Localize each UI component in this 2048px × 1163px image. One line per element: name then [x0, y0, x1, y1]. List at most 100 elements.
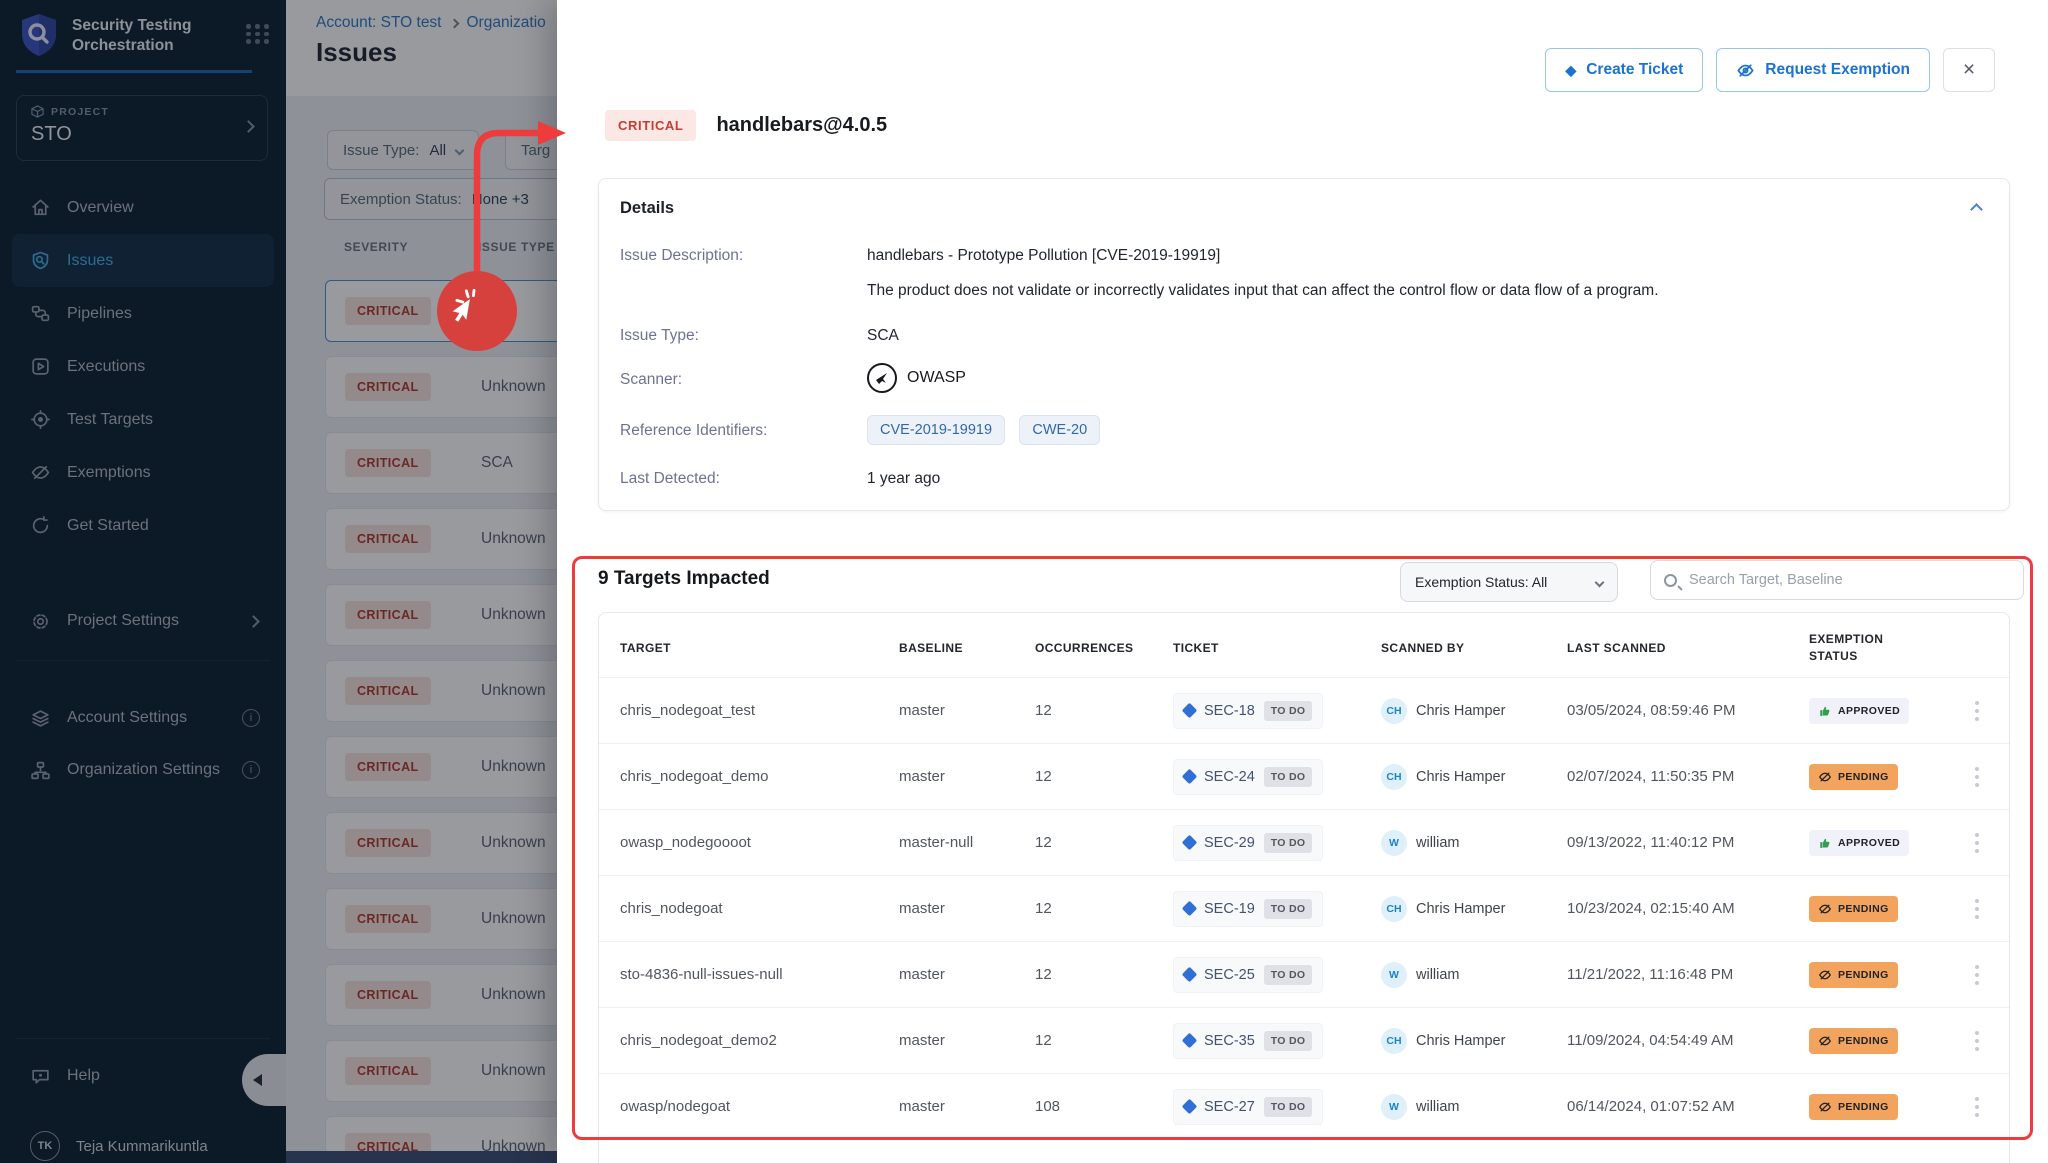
ticket-id: SEC-24	[1204, 769, 1255, 785]
occurrences-cell: 12	[1035, 900, 1173, 917]
ticket-status-badge: TO DO	[1264, 833, 1313, 853]
scanner-label: Scanner:	[620, 371, 682, 389]
exemption-status-text: PENDING	[1838, 771, 1889, 783]
occurrences-cell: 12	[1035, 768, 1173, 785]
modal-dim-overlay[interactable]	[0, 0, 557, 1163]
row-menu-kebab-icon[interactable]	[1975, 965, 1979, 969]
ticket-id: SEC-25	[1204, 967, 1255, 983]
owasp-scanner-icon	[867, 363, 897, 393]
targets-table-body: chris_nodegoat_test master 12 SEC-18 TO …	[599, 677, 2009, 1139]
col-ticket: TICKET	[1173, 641, 1381, 655]
jira-diamond-icon	[1182, 1033, 1198, 1049]
ticket-link[interactable]: SEC-35 TO DO	[1173, 1023, 1323, 1059]
create-ticket-button[interactable]: ◆ Create Ticket	[1545, 48, 1703, 92]
baseline-cell: master	[899, 768, 1035, 785]
table-row[interactable]: chris_nodegoat master 12 SEC-19 TO DO CH…	[599, 875, 2009, 941]
issue-details-drawer: ◆ Create Ticket Request Exemption × CRIT…	[557, 0, 2048, 1163]
exemption-status-text: PENDING	[1838, 903, 1889, 915]
ticket-id: SEC-18	[1204, 703, 1255, 719]
baseline-cell: master	[899, 966, 1035, 983]
ticket-link[interactable]: SEC-25 TO DO	[1173, 957, 1323, 993]
issue-title: handlebars@4.0.5	[716, 114, 887, 137]
ticket-link[interactable]: SEC-24 TO DO	[1173, 759, 1323, 795]
targets-table-header: TARGET BASELINE OCCURRENCES TICKET SCANN…	[599, 613, 2009, 677]
scanned-by-name: william	[1416, 1099, 1460, 1115]
row-menu-kebab-icon[interactable]	[1975, 1031, 1979, 1035]
occurrences-cell: 12	[1035, 966, 1173, 983]
cwe-chip[interactable]: CWE-20	[1019, 415, 1100, 445]
issue-type-value: SCA	[867, 327, 899, 345]
occurrences-cell: 108	[1035, 1098, 1173, 1115]
details-card: Details Issue Description: handlebars - …	[598, 178, 2010, 511]
table-row[interactable]: sto-4836-null-issues-null master 12 SEC-…	[599, 941, 2009, 1007]
scanner-value: OWASP	[867, 363, 966, 393]
target-search	[1650, 560, 2024, 600]
cve-chip[interactable]: CVE-2019-19919	[867, 415, 1005, 445]
row-menu-kebab-icon[interactable]	[1975, 899, 1979, 903]
exemption-status-text: APPROVED	[1838, 705, 1900, 717]
avatar: CH	[1381, 698, 1407, 724]
table-row[interactable]: owasp_nodegoooot master-null 12 SEC-29 T…	[599, 809, 2009, 875]
scanned-by-name: Chris Hamper	[1416, 703, 1505, 719]
exemption-status-dropdown[interactable]: Exemption Status: All	[1400, 562, 1618, 602]
ticket-id: SEC-19	[1204, 901, 1255, 917]
eye-slash-icon	[1736, 61, 1755, 80]
request-exemption-button[interactable]: Request Exemption	[1716, 48, 1930, 92]
eye-slash-icon	[1818, 1100, 1832, 1114]
exemption-status-badge: PENDING	[1809, 1028, 1898, 1054]
avatar: W	[1381, 1094, 1407, 1120]
last-detected-label: Last Detected:	[620, 470, 720, 488]
scanned-by-name: Chris Hamper	[1416, 901, 1505, 917]
ticket-link[interactable]: SEC-27 TO DO	[1173, 1089, 1323, 1125]
baseline-cell: master	[899, 900, 1035, 917]
table-row[interactable]: owasp/nodegoat master 108 SEC-27 TO DO W…	[599, 1073, 2009, 1139]
table-row[interactable]: chris_nodegoat_demo2 master 12 SEC-35 TO…	[599, 1007, 2009, 1073]
search-icon	[1664, 574, 1677, 587]
target-cell: owasp/nodegoat	[620, 1098, 899, 1115]
scanned-by-cell: CH Chris Hamper	[1381, 896, 1567, 922]
close-button[interactable]: ×	[1943, 48, 1995, 92]
col-occurrences: OCCURRENCES	[1035, 641, 1173, 655]
row-menu-kebab-icon[interactable]	[1975, 701, 1979, 705]
ticket-link[interactable]: SEC-29 TO DO	[1173, 825, 1323, 861]
target-cell: chris_nodegoat	[620, 900, 899, 917]
eye-slash-icon	[1818, 770, 1832, 784]
ticket-status-badge: TO DO	[1264, 965, 1313, 985]
scanned-by-name: Chris Hamper	[1416, 1033, 1505, 1049]
row-menu-kebab-icon[interactable]	[1975, 767, 1979, 771]
ticket-status-badge: TO DO	[1264, 701, 1313, 721]
scanned-by-name: william	[1416, 967, 1460, 983]
col-last-scanned: LAST SCANNED	[1567, 641, 1809, 655]
issue-description-line2: The product does not validate or incorre…	[867, 282, 1659, 300]
ticket-link[interactable]: SEC-18 TO DO	[1173, 693, 1323, 729]
baseline-cell: master-null	[899, 834, 1035, 851]
eye-slash-icon	[1818, 902, 1832, 916]
jira-diamond-icon	[1182, 967, 1198, 983]
eye-slash-icon	[1818, 968, 1832, 982]
avatar: CH	[1381, 896, 1407, 922]
exemption-status-badge: PENDING	[1809, 896, 1898, 922]
avatar: CH	[1381, 764, 1407, 790]
scanned-by-cell: CH Chris Hamper	[1381, 1028, 1567, 1054]
row-menu-kebab-icon[interactable]	[1975, 833, 1979, 837]
search-input[interactable]	[1687, 571, 2010, 589]
table-row[interactable]: chris_nodegoat_test master 12 SEC-18 TO …	[599, 677, 2009, 743]
scanned-by-cell: W william	[1381, 962, 1567, 988]
ticket-diamond-icon: ◆	[1565, 62, 1576, 79]
table-row[interactable]: chris_nodegoat_demo master 12 SEC-24 TO …	[599, 743, 2009, 809]
reference-identifiers-label: Reference Identifiers:	[620, 422, 767, 440]
chevron-down-icon	[1595, 577, 1605, 587]
avatar: W	[1381, 830, 1407, 856]
details-heading: Details	[620, 199, 674, 218]
exemption-status-text: PENDING	[1838, 1035, 1889, 1047]
collapse-chevron-up-icon[interactable]	[1970, 203, 1983, 216]
baseline-cell: master	[899, 1032, 1035, 1049]
jira-diamond-icon	[1182, 769, 1198, 785]
target-cell: owasp_nodegoooot	[620, 834, 899, 851]
ticket-link[interactable]: SEC-19 TO DO	[1173, 891, 1323, 927]
close-icon: ×	[1963, 58, 1975, 82]
exemption-status-text: PENDING	[1838, 969, 1889, 981]
app-window: Security Testing Orchestration PROJECT S…	[0, 0, 2048, 1163]
jira-diamond-icon	[1182, 901, 1198, 917]
row-menu-kebab-icon[interactable]	[1975, 1097, 1979, 1101]
